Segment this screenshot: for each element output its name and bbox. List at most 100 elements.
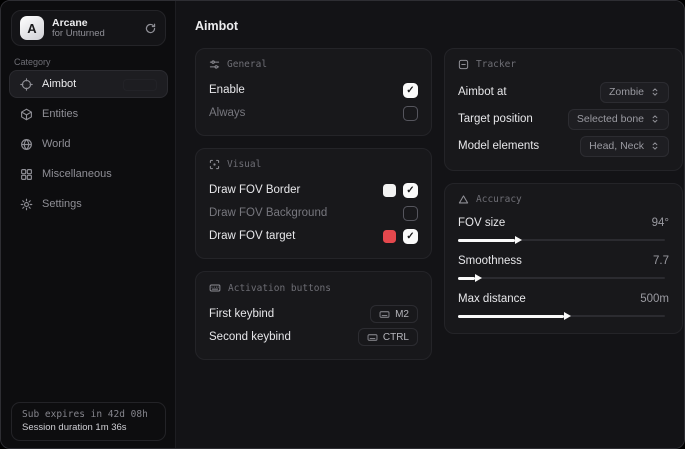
keybind-value: CTRL: [383, 332, 409, 343]
max-distance-slider[interactable]: [458, 310, 669, 322]
smoothness-slider[interactable]: [458, 272, 669, 284]
card-title: Tracker: [476, 59, 516, 70]
main-panel: Aimbot General Enable: [176, 1, 685, 448]
slider-label: Smoothness: [458, 255, 522, 267]
sidebar-item-label: Aimbot: [42, 78, 76, 90]
app-name: Arcane: [52, 17, 136, 29]
chevrons-up-down-icon: [650, 141, 660, 151]
slider-value: 500m: [640, 293, 669, 305]
slider-fill: [458, 277, 475, 280]
sidebar-item-miscellaneous[interactable]: Miscellaneous: [9, 160, 168, 188]
setting-row-fov-border: Draw FOV Border: [209, 179, 418, 201]
setting-label: Target position: [458, 113, 533, 125]
setting-row-first-keybind: First keybind M2: [209, 303, 418, 325]
slider-row-smoothness: Smoothness 7.7: [458, 252, 669, 284]
aimbot-at-select[interactable]: Zombie: [600, 82, 669, 103]
target-position-select[interactable]: Selected bone: [568, 109, 669, 130]
setting-row-fov-background: Draw FOV Background: [209, 202, 418, 224]
sidebar-item-label: Settings: [42, 198, 82, 210]
setting-row-always: Always: [209, 102, 418, 124]
slider-fill: [458, 315, 564, 318]
refresh-icon[interactable]: [144, 22, 157, 35]
model-elements-select[interactable]: Head, Neck: [580, 136, 669, 157]
sidebar-item-world[interactable]: World: [9, 130, 168, 158]
fov-size-slider[interactable]: [458, 234, 669, 246]
app-logo: A: [20, 16, 44, 40]
slider-label: Max distance: [458, 293, 526, 305]
slider-value: 7.7: [653, 255, 669, 267]
slider-value: 94°: [652, 217, 669, 229]
fov-target-color-swatch[interactable]: [383, 230, 396, 243]
select-value: Selected bone: [577, 113, 644, 125]
triangle-icon: [458, 194, 469, 205]
setting-label: Enable: [209, 84, 245, 96]
card-title: General: [227, 59, 267, 70]
sidebar-item-settings[interactable]: Settings: [9, 190, 168, 218]
setting-label: Draw FOV target: [209, 230, 295, 242]
setting-label: Draw FOV Background: [209, 207, 327, 219]
setting-row-second-keybind: Second keybind CTRL: [209, 326, 418, 348]
slider-label: FOV size: [458, 217, 505, 229]
fov-border-color-swatch[interactable]: [383, 184, 396, 197]
setting-row-target-position: Target position Selected bone: [458, 106, 669, 132]
setting-row-aimbot-at: Aimbot at Zombie: [458, 79, 669, 105]
aimbot-hint-badge: [123, 79, 157, 91]
select-value: Head, Neck: [589, 140, 644, 152]
card-title: Activation buttons: [228, 283, 331, 294]
fov-background-checkbox[interactable]: [403, 206, 418, 221]
sidebar-item-label: Entities: [42, 108, 78, 120]
card-title: Visual: [227, 159, 261, 170]
keyboard-icon: [209, 282, 221, 294]
slider-row-max-distance: Max distance 500m: [458, 290, 669, 322]
setting-label: Aimbot at: [458, 86, 507, 98]
visual-card: Visual Draw FOV Border Draw FOV Backgrou…: [195, 148, 432, 259]
app-title-block: Arcane for Unturned: [52, 17, 136, 40]
chevrons-up-down-icon: [650, 114, 660, 124]
first-keybind-button[interactable]: M2: [370, 305, 418, 323]
keyboard-icon: [367, 332, 378, 343]
session-duration-text: Session duration 1m 36s: [22, 422, 155, 433]
sidebar-item-aimbot[interactable]: Aimbot: [9, 70, 168, 98]
setting-row-fov-target: Draw FOV target: [209, 225, 418, 247]
second-keybind-button[interactable]: CTRL: [358, 328, 418, 346]
crosshair-icon: [20, 78, 33, 91]
globe-icon: [20, 138, 33, 151]
card-title: Accuracy: [476, 194, 522, 205]
enable-checkbox[interactable]: [403, 83, 418, 98]
fov-border-checkbox[interactable]: [403, 183, 418, 198]
select-value: Zombie: [609, 86, 644, 98]
general-card: General Enable Always: [195, 48, 432, 136]
setting-label: Draw FOV Border: [209, 184, 300, 196]
grid-icon: [20, 168, 33, 181]
square-minus-icon: [458, 59, 469, 70]
category-label: Category: [14, 57, 51, 67]
sidebar-item-entities[interactable]: Entities: [9, 100, 168, 128]
tracker-card: Tracker Aimbot at Zombie: [444, 48, 683, 171]
always-checkbox[interactable]: [403, 106, 418, 121]
setting-label: Model elements: [458, 140, 539, 152]
sidebar-item-label: World: [42, 138, 71, 150]
activation-buttons-card: Activation buttons First keybind M2: [195, 271, 432, 360]
sidebar: A Arcane for Unturned Category Aimbot: [1, 1, 176, 448]
subscription-status-card: Sub expires in 42d 08h Session duration …: [11, 402, 166, 441]
arcane-window: A Arcane for Unturned Category Aimbot: [0, 0, 685, 449]
setting-label: Second keybind: [209, 331, 291, 343]
setting-label: First keybind: [209, 308, 274, 320]
keyboard-icon: [379, 309, 390, 320]
app-subtitle: for Unturned: [52, 29, 136, 40]
slider-fill: [458, 239, 515, 242]
slider-row-fov-size: FOV size 94°: [458, 214, 669, 246]
setting-row-model-elements: Model elements Head, Neck: [458, 133, 669, 159]
setting-label: Always: [209, 107, 245, 119]
sidebar-nav: Aimbot Entities World: [9, 70, 168, 218]
fov-target-checkbox[interactable]: [403, 229, 418, 244]
sub-expires-text: Sub expires in 42d 08h: [22, 409, 155, 420]
gear-icon: [20, 198, 33, 211]
sliders-icon: [209, 59, 220, 70]
chevrons-up-down-icon: [650, 87, 660, 97]
setting-row-enable: Enable: [209, 79, 418, 101]
page-title: Aimbot: [195, 19, 683, 33]
app-header-card: A Arcane for Unturned: [11, 10, 166, 46]
entities-icon: [20, 108, 33, 121]
sidebar-item-label: Miscellaneous: [42, 168, 112, 180]
